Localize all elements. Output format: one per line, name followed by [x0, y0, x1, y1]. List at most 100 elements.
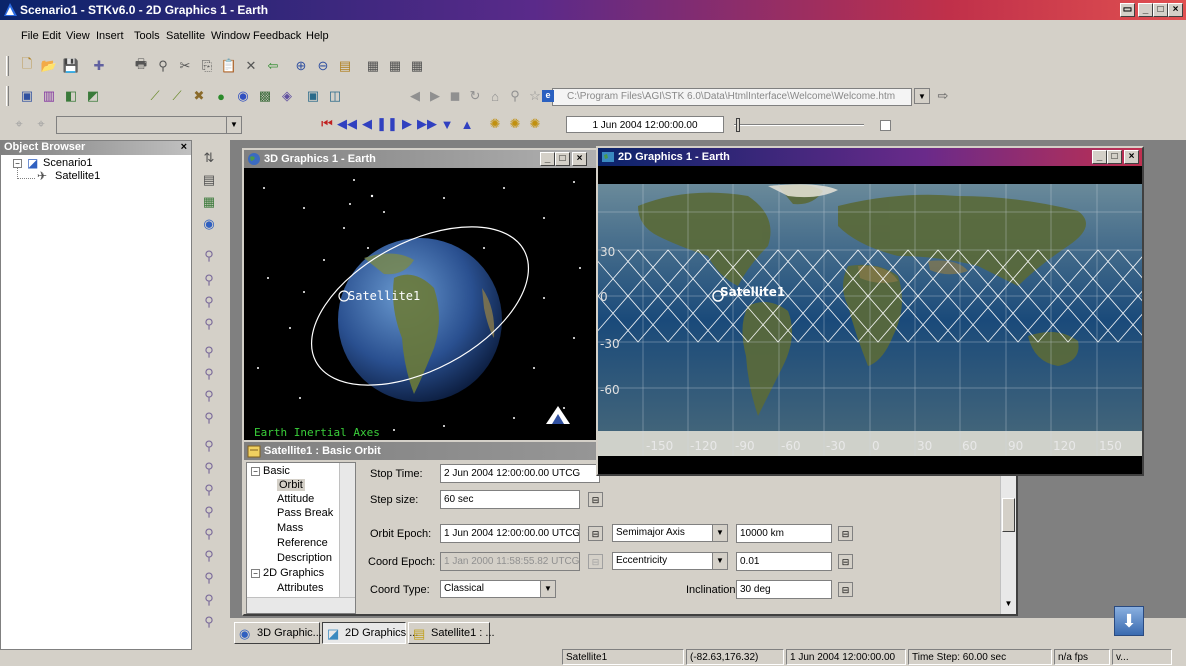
tree-mass[interactable]: Mass	[277, 522, 303, 534]
paste-icon[interactable]: 📋	[220, 57, 238, 75]
max-2d-button[interactable]: □	[1107, 150, 1122, 164]
inclination-picker-icon[interactable]: ⊟	[838, 582, 853, 597]
menu-insert[interactable]: Insert	[96, 30, 124, 42]
tree-2d-graphics[interactable]: 2D Graphics	[263, 567, 324, 579]
graph-icon[interactable]: ▦	[386, 57, 404, 75]
map-2d-view[interactable]: Satellite1 30 0 -30 -60 -150 -120 -90 -6…	[598, 166, 1142, 474]
task-2d-graphics[interactable]: ◪ 2D Graphics ...	[322, 622, 418, 644]
refresh-icon[interactable]: ↻	[466, 87, 484, 105]
browser-forward-icon[interactable]: ▶	[426, 87, 444, 105]
menu-help[interactable]: Help	[306, 30, 329, 42]
missile-icon[interactable]: ⚲	[201, 366, 217, 382]
copy-icon[interactable]: ⎘	[198, 57, 216, 75]
facility-icon[interactable]: ⚲	[201, 248, 217, 264]
terrain-icon[interactable]: ▩	[256, 87, 274, 105]
cut-icon[interactable]: ✂	[176, 57, 194, 75]
menu-edit[interactable]: Edit	[42, 30, 61, 42]
sensor-icon[interactable]: ⚲	[201, 438, 217, 454]
globe-view-icon[interactable]: ◉	[201, 216, 217, 232]
close-button[interactable]: ×	[1168, 3, 1183, 17]
green-circle-icon[interactable]: ●	[212, 87, 230, 105]
step-back-icon[interactable]: ◀	[358, 115, 376, 133]
maximize-button[interactable]: □	[1153, 3, 1168, 17]
menu-satellite[interactable]: Satellite	[166, 30, 205, 42]
find-icon[interactable]: ⚲	[154, 57, 172, 75]
tree-orbit[interactable]: Orbit	[277, 479, 305, 491]
inclination-field[interactable]: 30 deg	[736, 580, 832, 599]
tree-reference[interactable]: Reference	[277, 537, 328, 549]
close-panel-icon[interactable]: ×	[181, 141, 187, 153]
stop-time-field[interactable]: 2 Jun 2004 12:00:00.00 UTCG	[440, 464, 600, 483]
menu-tools[interactable]: Tools	[134, 30, 160, 42]
time-slider[interactable]	[734, 124, 864, 126]
zoom-in-icon[interactable]: ⊕	[292, 57, 310, 75]
antenna-icon[interactable]: ⚲	[201, 526, 217, 542]
delete-icon[interactable]: ✕	[242, 57, 260, 75]
xrealtime-icon[interactable]: ✺	[526, 115, 544, 133]
curve-tool-icon[interactable]: ⟋	[168, 87, 186, 105]
globe-tool-icon[interactable]: ◩	[84, 87, 102, 105]
min-3d-button[interactable]: _	[540, 152, 555, 166]
report-icon[interactable]: ▦	[364, 57, 382, 75]
chart-icon[interactable]: ▦	[408, 57, 426, 75]
line-tool-icon[interactable]: ⟋	[146, 87, 164, 105]
task-satellite-orbit[interactable]: ▤ Satellite1 : ...	[408, 622, 495, 644]
tree-pass-break[interactable]: Pass Break	[277, 507, 333, 519]
reset-icon[interactable]: ⏮	[318, 115, 336, 133]
globe-3d-view[interactable]: Satellite1 Earth Inertial Axes	[244, 168, 596, 442]
window-2d-graphics[interactable]: 2D Graphics 1 - Earth _ □ × Satellite1 3…	[596, 146, 1144, 476]
tree-attributes[interactable]: Attributes	[277, 582, 323, 594]
window-3d-graphics[interactable]: 3D Graphics 1 - Earth _ □ × Satellite1 E…	[242, 148, 598, 444]
target-icon[interactable]: ⚲	[201, 272, 217, 288]
new-icon[interactable]: 🗋	[18, 56, 36, 75]
radar-icon[interactable]: ⚲	[201, 504, 217, 520]
play-icon[interactable]: ▶	[398, 115, 416, 133]
sma-field[interactable]: 10000 km	[736, 524, 832, 543]
ecc-field[interactable]: 0.01	[736, 552, 832, 571]
time-slider-thumb[interactable]	[736, 118, 740, 132]
pause-icon[interactable]: ❚❚	[376, 115, 398, 133]
tree-description[interactable]: Description	[277, 552, 332, 564]
orbit-vscrollbar[interactable]: ▼	[1000, 462, 1016, 614]
go-icon[interactable]: ⇨	[934, 87, 952, 105]
restore-icon[interactable]: ▭	[1120, 3, 1135, 17]
task-3d-graphics[interactable]: ◉ 3D Graphic...	[234, 622, 322, 644]
home-icon[interactable]: ⌂	[486, 87, 504, 105]
sim-icon[interactable]: ◈	[278, 87, 296, 105]
area-target-icon[interactable]: ⚲	[201, 548, 217, 564]
zoom-out-icon[interactable]: ⊖	[314, 57, 332, 75]
menu-view[interactable]: View	[66, 30, 90, 42]
window-3d-titlebar[interactable]: 3D Graphics 1 - Earth _ □ ×	[244, 150, 596, 168]
chain-icon[interactable]: ⚲	[201, 592, 217, 608]
window-icon[interactable]: ▣	[18, 87, 36, 105]
menu-window[interactable]: Window	[211, 30, 250, 42]
close-3d-button[interactable]: ×	[572, 152, 587, 166]
menu-feedback[interactable]: Feedback	[253, 30, 301, 42]
ruler-icon[interactable]: ▤	[201, 172, 217, 188]
blue-circle-icon[interactable]: ◉	[234, 87, 252, 105]
grid-icon[interactable]: ▣	[304, 87, 322, 105]
step-size-field[interactable]: 60 sec	[440, 490, 580, 509]
transmitter-icon[interactable]: ⚲	[201, 482, 217, 498]
orbit-epoch-picker-icon[interactable]: ⊟	[588, 526, 603, 541]
clock-icon[interactable]: ✺	[506, 115, 524, 133]
address-dropdown[interactable]: ▼	[914, 88, 930, 104]
tree-basic[interactable]: Basic	[263, 465, 290, 477]
ecc-select[interactable]: Eccentricity ▼	[612, 552, 728, 570]
properties-icon[interactable]: ▤	[336, 57, 354, 75]
stop-icon[interactable]: ◼	[446, 87, 464, 105]
camera-icon[interactable]: ◫	[326, 87, 344, 105]
min-2d-button[interactable]: _	[1092, 150, 1107, 164]
loop-checkbox[interactable]	[880, 120, 891, 131]
orbit-property-tree[interactable]: − Basic Orbit Attitude Pass Break Mass R…	[246, 462, 356, 614]
constellation-icon[interactable]: ⚲	[201, 614, 217, 630]
orbit-epoch-field[interactable]: 1 Jun 2004 12:00:00.00 UTCG	[440, 524, 580, 543]
bars-icon[interactable]: ▥	[40, 87, 58, 105]
object-combo[interactable]: ▼	[56, 116, 242, 134]
tree-item-satellite[interactable]: Satellite1	[55, 170, 100, 182]
scroll-down-icon[interactable]: ⬇	[1114, 606, 1144, 636]
receiver-icon[interactable]: ⚲	[201, 460, 217, 476]
insert-object-icon[interactable]: ✚	[90, 57, 108, 75]
max-3d-button[interactable]: □	[555, 152, 570, 166]
tree-attitude[interactable]: Attitude	[277, 493, 314, 505]
